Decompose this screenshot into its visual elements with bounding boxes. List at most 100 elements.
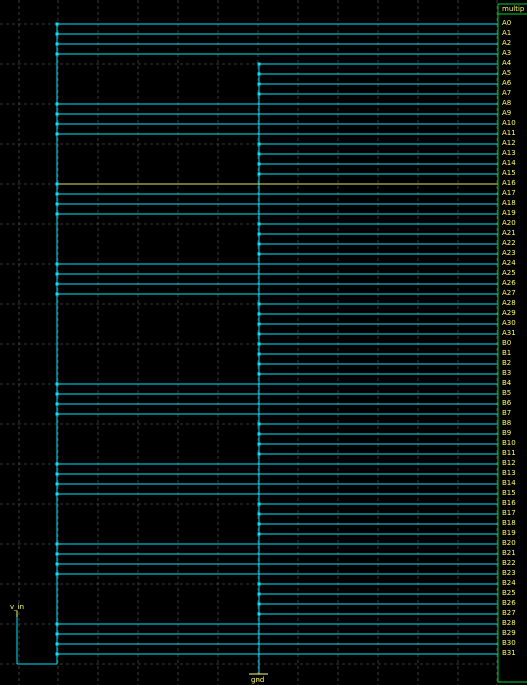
- pin-label-a14: A14: [502, 159, 516, 167]
- pin-label-a26: A26: [502, 279, 516, 287]
- pin-label-a20: A20: [502, 219, 516, 227]
- junction-dot: [55, 102, 59, 106]
- pin-label-b12: B12: [502, 459, 516, 467]
- pin-label-a13: A13: [502, 149, 516, 157]
- junction-dot: [257, 92, 261, 96]
- junction-dot: [257, 242, 261, 246]
- pin-label-b3: B3: [502, 369, 512, 377]
- pin-label-a24: A24: [502, 259, 516, 267]
- pin-label-a2: A2: [502, 39, 512, 47]
- junction-dot: [257, 302, 261, 306]
- junction-dot: [257, 442, 261, 446]
- pin-label-a10: A10: [502, 119, 516, 127]
- pin-label-a16: A16: [502, 179, 516, 187]
- gnd-net-label[interactable]: gnd: [251, 676, 264, 684]
- junction-dot: [55, 112, 59, 116]
- pin-label-a11: A11: [502, 129, 516, 137]
- pin-label-a22: A22: [502, 239, 516, 247]
- junction-dot: [257, 602, 261, 606]
- pin-label-b5: B5: [502, 389, 512, 397]
- grid: [0, 0, 498, 685]
- pin-label-a29: A29: [502, 309, 516, 317]
- junction-dot: [257, 452, 261, 456]
- pin-label-b20: B20: [502, 539, 516, 547]
- junction-dot: [55, 542, 59, 546]
- junction-dot: [55, 552, 59, 556]
- schematic-canvas[interactable]: [0, 0, 527, 685]
- pin-label-b16: B16: [502, 499, 516, 507]
- pin-label-a18: A18: [502, 199, 516, 207]
- pin-label-b19: B19: [502, 529, 516, 537]
- pin-label-a17: A17: [502, 189, 516, 197]
- pin-label-b2: B2: [502, 359, 512, 367]
- pin-label-b10: B10: [502, 439, 516, 447]
- pin-label-b31: B31: [502, 649, 516, 657]
- pin-label-b8: B8: [502, 419, 512, 427]
- pin-label-a0: A0: [502, 19, 512, 27]
- pin-label-b21: B21: [502, 549, 516, 557]
- pin-label-b13: B13: [502, 469, 516, 477]
- junction-dot: [55, 202, 59, 206]
- pin-label-b18: B18: [502, 519, 516, 527]
- pin-label-b28: B28: [502, 619, 516, 627]
- junction-dot: [55, 272, 59, 276]
- junction-dot: [257, 592, 261, 596]
- junction-dot: [55, 632, 59, 636]
- pin-label-a25: A25: [502, 269, 516, 277]
- junction-dot: [55, 282, 59, 286]
- junction-dot: [55, 622, 59, 626]
- pin-label-a27: A27: [502, 289, 516, 297]
- junction-dot: [55, 472, 59, 476]
- junction-dot: [257, 232, 261, 236]
- junction-dot: [257, 252, 261, 256]
- pin-label-a3: A3: [502, 49, 512, 57]
- junction-dot: [257, 322, 261, 326]
- junction-dot: [257, 222, 261, 226]
- pin-label-a12: A12: [502, 139, 516, 147]
- pin-label-a6: A6: [502, 79, 512, 87]
- junction-dot: [257, 142, 261, 146]
- junction-dot: [55, 192, 59, 196]
- pin-label-a8: A8: [502, 99, 512, 107]
- pin-label-a5: A5: [502, 69, 512, 77]
- junction-dot: [55, 22, 59, 26]
- junction-dot: [55, 482, 59, 486]
- junction-dot: [55, 652, 59, 656]
- junction-dot: [55, 462, 59, 466]
- junction-dot: [55, 642, 59, 646]
- pin-label-a15: A15: [502, 169, 516, 177]
- junction-dot: [257, 162, 261, 166]
- pin-label-b26: B26: [502, 599, 516, 607]
- pin-label-a9: A9: [502, 109, 512, 117]
- pin-label-b7: B7: [502, 409, 512, 417]
- vin-net-label[interactable]: v_in: [10, 603, 24, 611]
- pin-label-a30: A30: [502, 319, 516, 327]
- pin-label-b11: B11: [502, 449, 516, 457]
- pin-label-b22: B22: [502, 559, 516, 567]
- junction-dot: [55, 392, 59, 396]
- pin-label-b15: B15: [502, 489, 516, 497]
- pin-label-b9: B9: [502, 429, 512, 437]
- junction-dot: [55, 182, 59, 186]
- junction-dot: [55, 292, 59, 296]
- junction-dot: [257, 522, 261, 526]
- junction-dot: [257, 72, 261, 76]
- pin-label-a1: A1: [502, 29, 512, 37]
- junction-dot: [55, 122, 59, 126]
- pin-label-b29: B29: [502, 629, 516, 637]
- pin-label-b24: B24: [502, 579, 516, 587]
- pin-label-b0: B0: [502, 339, 512, 347]
- junction-dot: [55, 382, 59, 386]
- junction-dot: [257, 312, 261, 316]
- junction-dot: [257, 612, 261, 616]
- junction-dot: [55, 572, 59, 576]
- junction-dot: [257, 422, 261, 426]
- junction-dot: [257, 342, 261, 346]
- junction-dot: [257, 332, 261, 336]
- junction-dot: [55, 52, 59, 56]
- pin-label-a23: A23: [502, 249, 516, 257]
- junction-dot: [55, 132, 59, 136]
- pin-label-b6: B6: [502, 399, 512, 407]
- junction-dot: [55, 42, 59, 46]
- junction-dot: [257, 152, 261, 156]
